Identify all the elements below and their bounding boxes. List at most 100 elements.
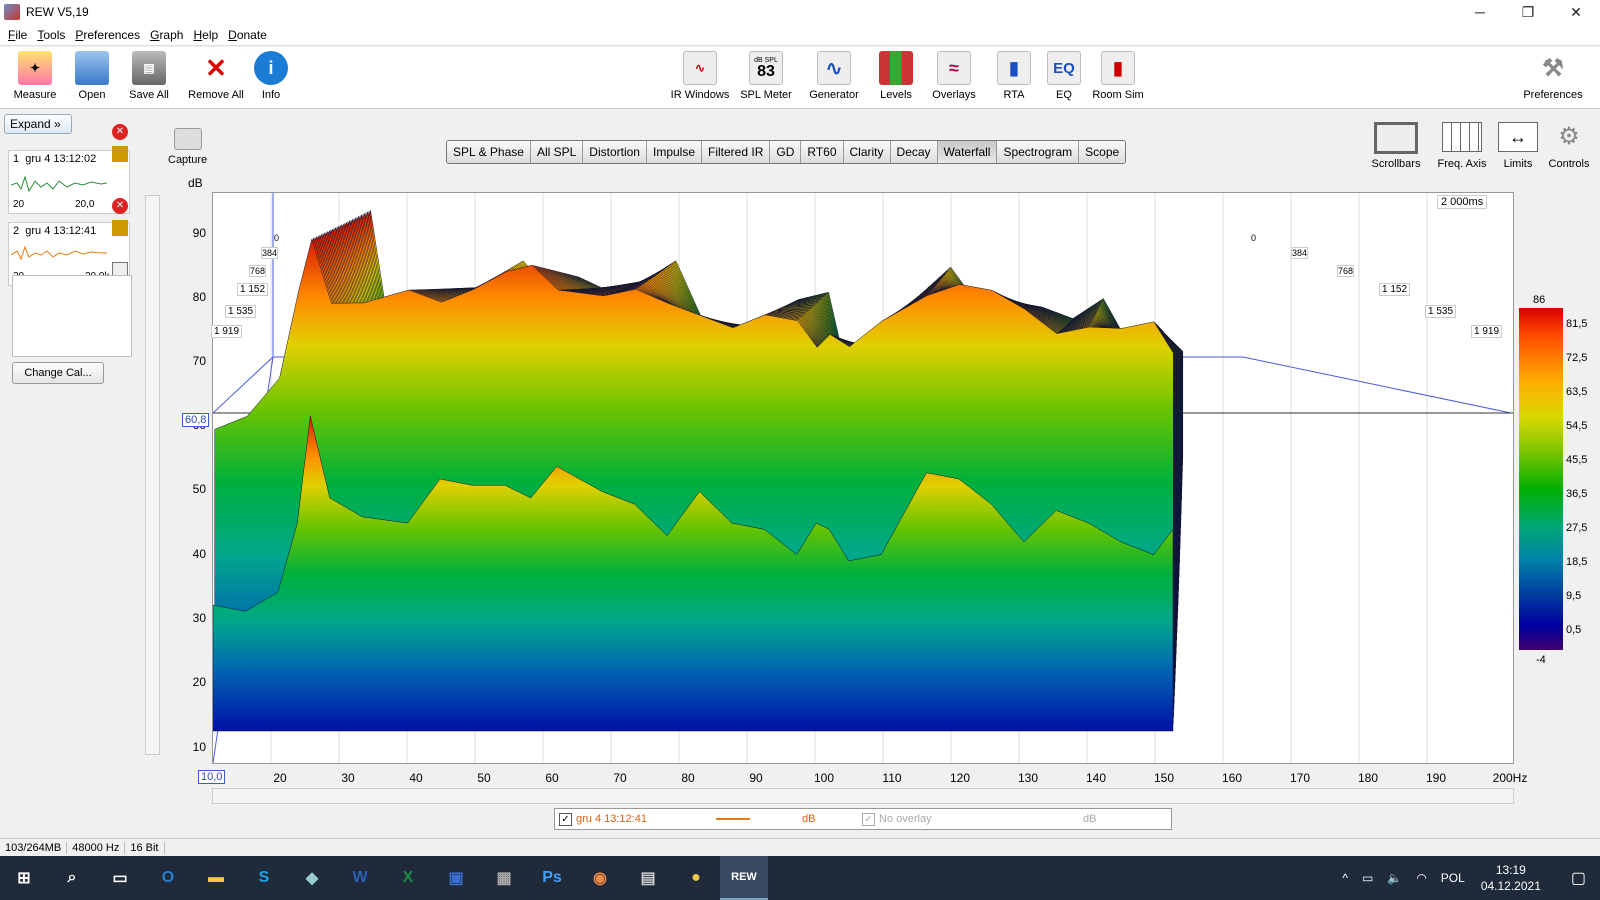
time-tick-right-1152: 1 152 bbox=[1379, 283, 1411, 296]
minimize-button[interactable]: ─ bbox=[1456, 0, 1504, 24]
task-view-icon[interactable]: ▭ bbox=[96, 856, 144, 900]
tab-clarity[interactable]: Clarity bbox=[843, 141, 891, 163]
measure-button[interactable]: ✦ Measure bbox=[8, 51, 62, 101]
tab-scope[interactable]: Scope bbox=[1079, 141, 1126, 163]
horizontal-scrollbar[interactable] bbox=[212, 788, 1514, 804]
tab-spectrogram[interactable]: Spectrogram bbox=[997, 141, 1080, 163]
series1-name: gru 4 13:12:41 bbox=[576, 813, 647, 825]
chrome-icon[interactable]: ◉ bbox=[576, 856, 624, 900]
overlays-icon: ≈ bbox=[937, 51, 971, 85]
preferences-button[interactable]: ⚒ Preferences bbox=[1518, 51, 1588, 102]
eq-button[interactable]: EQ EQ bbox=[1046, 51, 1082, 101]
expand-button[interactable]: Expand » bbox=[4, 114, 72, 134]
language-indicator[interactable]: POL bbox=[1441, 871, 1465, 885]
menu-tools[interactable]: Tools bbox=[37, 28, 65, 42]
tab-decay[interactable]: Decay bbox=[890, 141, 938, 163]
close-button[interactable]: ✕ bbox=[1552, 0, 1600, 24]
word-icon[interactable]: W bbox=[336, 856, 384, 900]
excel-icon[interactable]: X bbox=[384, 856, 432, 900]
start-icon[interactable]: ⊞ bbox=[0, 856, 48, 900]
notifications-icon[interactable]: ▢ bbox=[1571, 868, 1586, 888]
x-tick: 130 bbox=[1017, 771, 1039, 785]
measurements-scrollbar[interactable] bbox=[145, 195, 160, 755]
battery-icon[interactable]: ▭ bbox=[1362, 871, 1373, 885]
maximize-button[interactable]: ❐ bbox=[1504, 0, 1552, 24]
tab-all-spl[interactable]: All SPL bbox=[530, 141, 584, 163]
freq-axis-button[interactable]: Freq. Axis bbox=[1432, 122, 1492, 170]
colorbar-min: -4 bbox=[1536, 654, 1546, 666]
overlays-button[interactable]: ≈ Overlays bbox=[928, 51, 980, 101]
levels-button[interactable]: Levels bbox=[874, 51, 918, 101]
tab-spl-phase[interactable]: SPL & Phase bbox=[447, 141, 531, 163]
open-button[interactable]: Open bbox=[70, 51, 114, 101]
menu-preferences[interactable]: Preferences bbox=[75, 28, 140, 42]
y-tick-20: 20 bbox=[192, 675, 206, 689]
spl-meter-button[interactable]: dB SPL 83 SPL Meter bbox=[738, 51, 794, 101]
save-measurement-2-icon[interactable] bbox=[112, 220, 128, 236]
outlook-icon[interactable]: O bbox=[144, 856, 192, 900]
remove-all-button[interactable]: ✕ Remove All bbox=[186, 51, 246, 102]
tab-rt60[interactable]: RT60 bbox=[801, 141, 844, 163]
tab-filtered-ir[interactable]: Filtered IR bbox=[702, 141, 771, 163]
x-tick: 200Hz bbox=[1492, 771, 1528, 785]
expand-label: Expand bbox=[10, 117, 51, 131]
clock[interactable]: 13:19 04.12.2021 bbox=[1481, 862, 1541, 894]
y-tick-40: 40 bbox=[192, 547, 206, 561]
network-icon[interactable]: ◠ bbox=[1416, 871, 1426, 885]
ir-windows-button[interactable]: ∿ IR Windows bbox=[668, 51, 732, 101]
generator-button[interactable]: ∿ Generator bbox=[806, 51, 862, 101]
measurement-2-thumbnail bbox=[11, 245, 107, 261]
system-tray: ^ ▭ 🔈 ◠ POL 13:19 04.12.2021 ▢ bbox=[1342, 856, 1600, 900]
menu-bar: File Tools Preferences Graph Help Donate bbox=[0, 24, 1600, 46]
remove-measurement-1-icon[interactable]: ✕ bbox=[112, 124, 128, 140]
series1-checkbox[interactable]: ✓ bbox=[559, 812, 572, 826]
notes-box[interactable] bbox=[12, 275, 132, 357]
x-start-readout[interactable]: 10,0 bbox=[198, 770, 226, 784]
volume-icon[interactable]: 🔈 bbox=[1387, 871, 1402, 885]
measure-label: Measure bbox=[13, 89, 57, 101]
search-icon[interactable]: ⌕ bbox=[48, 856, 96, 900]
levels-icon bbox=[879, 51, 913, 85]
tab-impulse[interactable]: Impulse bbox=[646, 141, 703, 163]
menu-graph[interactable]: Graph bbox=[150, 28, 183, 42]
bit-depth-status: 16 Bit bbox=[125, 841, 165, 854]
skype-icon[interactable]: S bbox=[240, 856, 288, 900]
explorer-icon[interactable]: ▬ bbox=[192, 856, 240, 900]
freq-axis-icon bbox=[1442, 122, 1482, 152]
measurement-1-xmax: 20,0 bbox=[75, 199, 95, 210]
rta-button[interactable]: ▮ RTA bbox=[994, 51, 1034, 101]
rew-icon[interactable]: REW bbox=[720, 856, 768, 900]
save-measurement-1-icon[interactable] bbox=[112, 146, 128, 162]
save-icon[interactable]: ▣ bbox=[432, 856, 480, 900]
tab-gd[interactable]: GD bbox=[770, 141, 802, 163]
room-sim-button[interactable]: ▮ Room Sim bbox=[1090, 51, 1146, 101]
colorbar-tick: 36,5 bbox=[1566, 488, 1588, 500]
series2-name: No overlay bbox=[879, 813, 932, 825]
tray-chevron-icon[interactable]: ^ bbox=[1342, 871, 1348, 885]
menu-donate[interactable]: Donate bbox=[228, 28, 267, 42]
menu-help[interactable]: Help bbox=[193, 28, 218, 42]
tab-distortion[interactable]: Distortion bbox=[583, 141, 647, 163]
menu-file[interactable]: File bbox=[8, 28, 27, 42]
controls-button[interactable]: ⚙ Controls bbox=[1544, 122, 1594, 170]
capture-button[interactable]: Capture bbox=[168, 128, 207, 166]
limits-button[interactable]: ↔ Limits bbox=[1498, 122, 1538, 170]
calculator-icon[interactable]: ▦ bbox=[480, 856, 528, 900]
info-button[interactable]: i Info bbox=[254, 51, 288, 101]
app-icon[interactable]: ◆ bbox=[288, 856, 336, 900]
waterfall-plot[interactable]: 2 000ms 0 384 768 1 152 1 535 1 919 0 38… bbox=[211, 192, 1514, 764]
remove-all-label: Remove All bbox=[188, 89, 244, 101]
change-cal-button[interactable]: Change Cal... bbox=[12, 362, 104, 384]
scrollbars-button[interactable]: Scrollbars bbox=[1368, 122, 1424, 170]
x-tick: 110 bbox=[882, 771, 902, 785]
app3-icon[interactable]: ● bbox=[672, 856, 720, 900]
remove-measurement-2-icon[interactable]: ✕ bbox=[112, 198, 128, 214]
series2-checkbox[interactable]: ✓ bbox=[862, 812, 875, 826]
photoshop-icon[interactable]: Ps bbox=[528, 856, 576, 900]
y-tick-30: 30 bbox=[192, 611, 206, 625]
cursor-y-readout[interactable]: 60,8 bbox=[182, 413, 210, 427]
save-all-icon: ▤ bbox=[132, 51, 166, 85]
app2-icon[interactable]: ▤ bbox=[624, 856, 672, 900]
save-all-button[interactable]: ▤ Save All bbox=[124, 51, 174, 101]
tab-waterfall[interactable]: Waterfall bbox=[937, 141, 998, 163]
